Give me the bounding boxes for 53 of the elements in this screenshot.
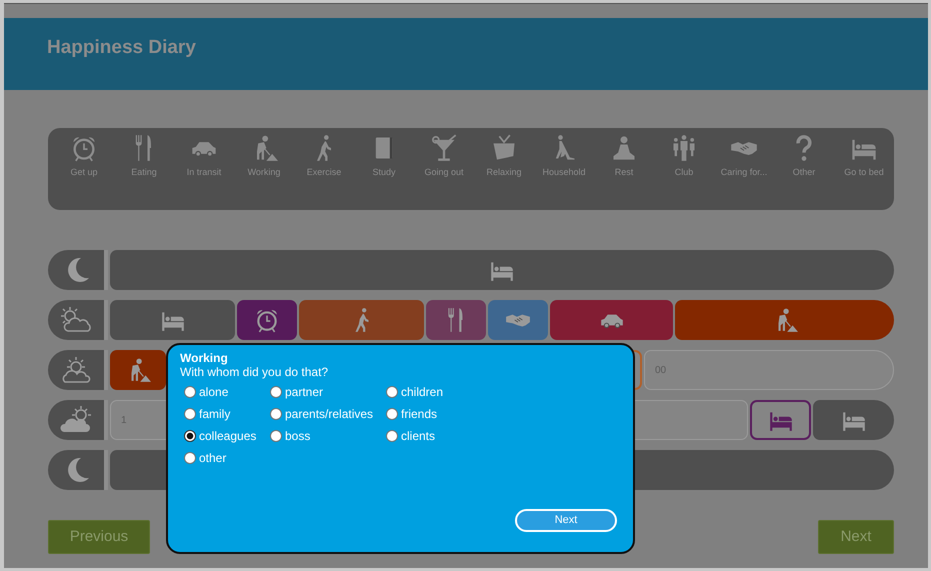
option-label[interactable]: partner xyxy=(285,384,324,400)
option-label[interactable]: clients xyxy=(401,428,436,444)
option-label[interactable]: family xyxy=(199,406,230,422)
option-label[interactable]: parents/relatives xyxy=(285,406,374,422)
activity-label[interactable]: Caring for... xyxy=(720,166,768,180)
cloud-sun-icon xyxy=(59,405,93,435)
radio-button[interactable] xyxy=(184,452,196,464)
radio-button[interactable] xyxy=(270,408,282,420)
option-label[interactable]: colleagues xyxy=(199,428,256,444)
radio-button[interactable] xyxy=(386,430,398,442)
activity-label[interactable]: Going out xyxy=(424,166,464,180)
radio-button[interactable] xyxy=(184,408,196,420)
activity-label[interactable]: Rest xyxy=(614,166,634,180)
activity-segment[interactable] xyxy=(488,300,548,340)
activity-label[interactable]: Household xyxy=(542,166,586,180)
activity-label[interactable]: Club xyxy=(674,166,694,180)
dialog-title: Working xyxy=(180,351,229,365)
activity-label[interactable]: Get up xyxy=(70,166,98,180)
activity-segment[interactable] xyxy=(675,300,894,340)
radio-button[interactable] xyxy=(270,430,282,442)
activity-label[interactable]: Working xyxy=(248,166,280,180)
option-label[interactable]: friends xyxy=(401,406,438,422)
option-label[interactable]: alone xyxy=(199,384,228,400)
question-text: With whom did you do that? xyxy=(180,365,330,379)
radio-button[interactable] xyxy=(386,408,398,420)
radio-button[interactable] xyxy=(184,386,196,398)
activity-segment[interactable] xyxy=(110,300,235,340)
previous-button[interactable]: Previous xyxy=(48,520,150,554)
activity-label[interactable]: Go to bed xyxy=(844,166,884,180)
cocktail-icon[interactable] xyxy=(430,134,458,162)
activity-segment[interactable] xyxy=(813,400,894,440)
next-button[interactable]: Next xyxy=(515,509,617,532)
activity-label[interactable]: Exercise xyxy=(306,166,342,180)
activity-segment[interactable] xyxy=(750,400,811,440)
activity-segment[interactable] xyxy=(110,350,166,390)
app-title: Happiness Diary xyxy=(47,36,197,60)
activity-label[interactable]: Other xyxy=(792,166,816,180)
option-label[interactable]: children xyxy=(401,384,444,400)
option-label[interactable]: other xyxy=(199,450,226,466)
activity-label[interactable]: Eating xyxy=(131,166,157,180)
activity-segment[interactable] xyxy=(299,300,424,340)
activity-label[interactable]: In transit xyxy=(186,166,222,180)
sun-cloud-icon xyxy=(59,305,93,335)
radio-button[interactable] xyxy=(184,430,196,442)
radio-button[interactable] xyxy=(386,386,398,398)
next-button[interactable]: Next xyxy=(818,520,894,554)
activity-label[interactable]: Study xyxy=(372,166,396,180)
activity-segment[interactable] xyxy=(550,300,673,340)
option-label[interactable]: boss xyxy=(285,428,310,444)
radio-button[interactable] xyxy=(270,386,282,398)
activity-segment[interactable] xyxy=(426,300,486,340)
activity-label[interactable]: Relaxing xyxy=(486,166,522,180)
activity-segment[interactable] xyxy=(237,300,297,340)
